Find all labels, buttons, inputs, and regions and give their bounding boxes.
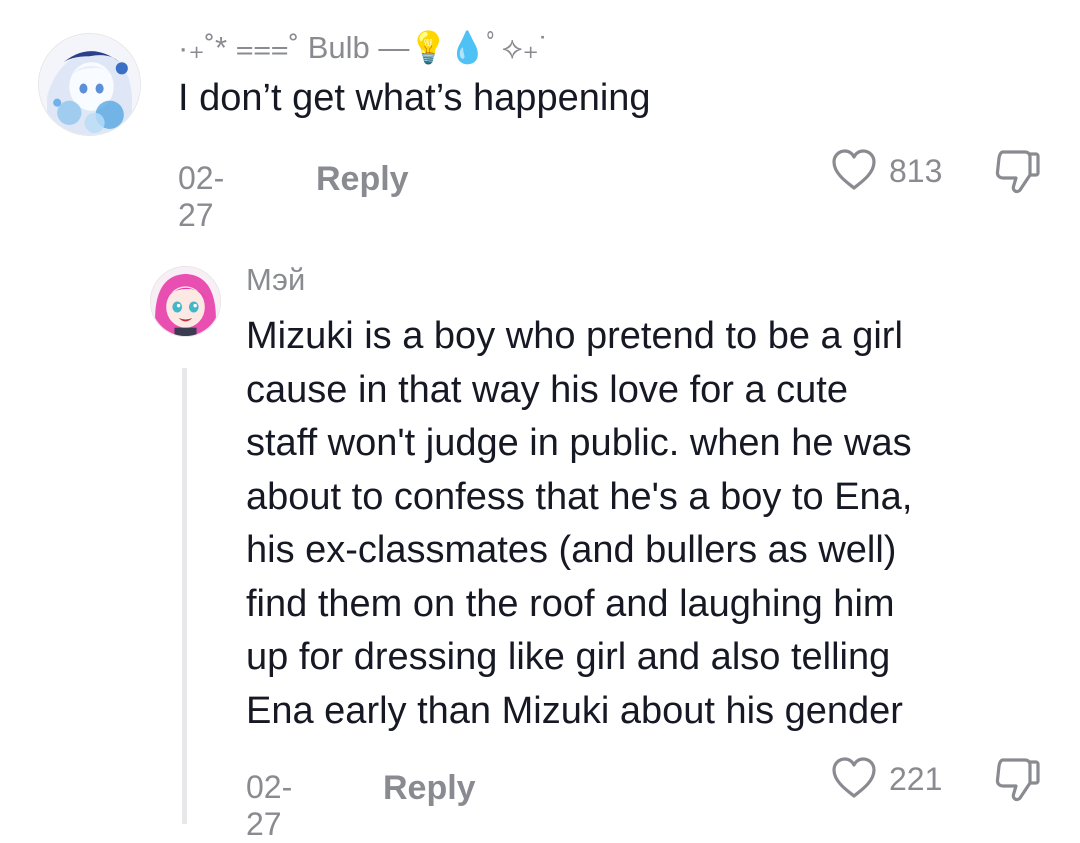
heart-icon[interactable] xyxy=(830,756,878,800)
avatar[interactable] xyxy=(150,266,221,337)
thumbs-down-icon[interactable] xyxy=(993,147,1041,195)
comment-text-line: find them on the roof and laughing him xyxy=(246,582,895,625)
avatar-anime-pink-icon xyxy=(151,267,220,336)
reply-button[interactable]: Reply xyxy=(316,160,409,199)
reply-thread-line xyxy=(182,368,187,824)
reply-button[interactable]: Reply xyxy=(383,769,476,808)
comment-text-line: his ex-classmates (and bullers as well) xyxy=(246,529,897,571)
comment-text-line: cause in that way his love for a cute xyxy=(246,368,848,411)
heart-icon[interactable] xyxy=(830,148,878,192)
comment-text-line: staff won't judge in public. when he was xyxy=(246,422,912,464)
comment-username[interactable]: Мэй xyxy=(246,262,305,298)
comment-text-line: Mizuki is a boy who pretend to be a girl xyxy=(246,315,903,357)
comment-date: 02-27 xyxy=(246,769,293,842)
comment-text-line: about to confess that he's a boy to Ena, xyxy=(246,475,913,518)
comment-text-line: up for dressing like girl and also telli… xyxy=(246,636,891,678)
comment-text: Mizuki is a boy who pretend to be a girl… xyxy=(246,310,1066,738)
like-count: 221 xyxy=(889,761,943,797)
comment-username[interactable]: ·₊˚* ⩶˚ Bulb —💡💧ﾟ⟡₊˙ xyxy=(178,22,549,67)
comment-text-line: Ena early than Mizuki about his gender xyxy=(246,689,903,732)
comment-text: I don’t get what’s happening xyxy=(178,77,651,119)
like-count: 813 xyxy=(889,153,943,189)
avatar[interactable] xyxy=(38,33,141,136)
comment-date: 02-27 xyxy=(178,160,225,233)
avatar-anime-blue-icon xyxy=(39,34,140,135)
thumbs-down-icon[interactable] xyxy=(993,755,1041,803)
